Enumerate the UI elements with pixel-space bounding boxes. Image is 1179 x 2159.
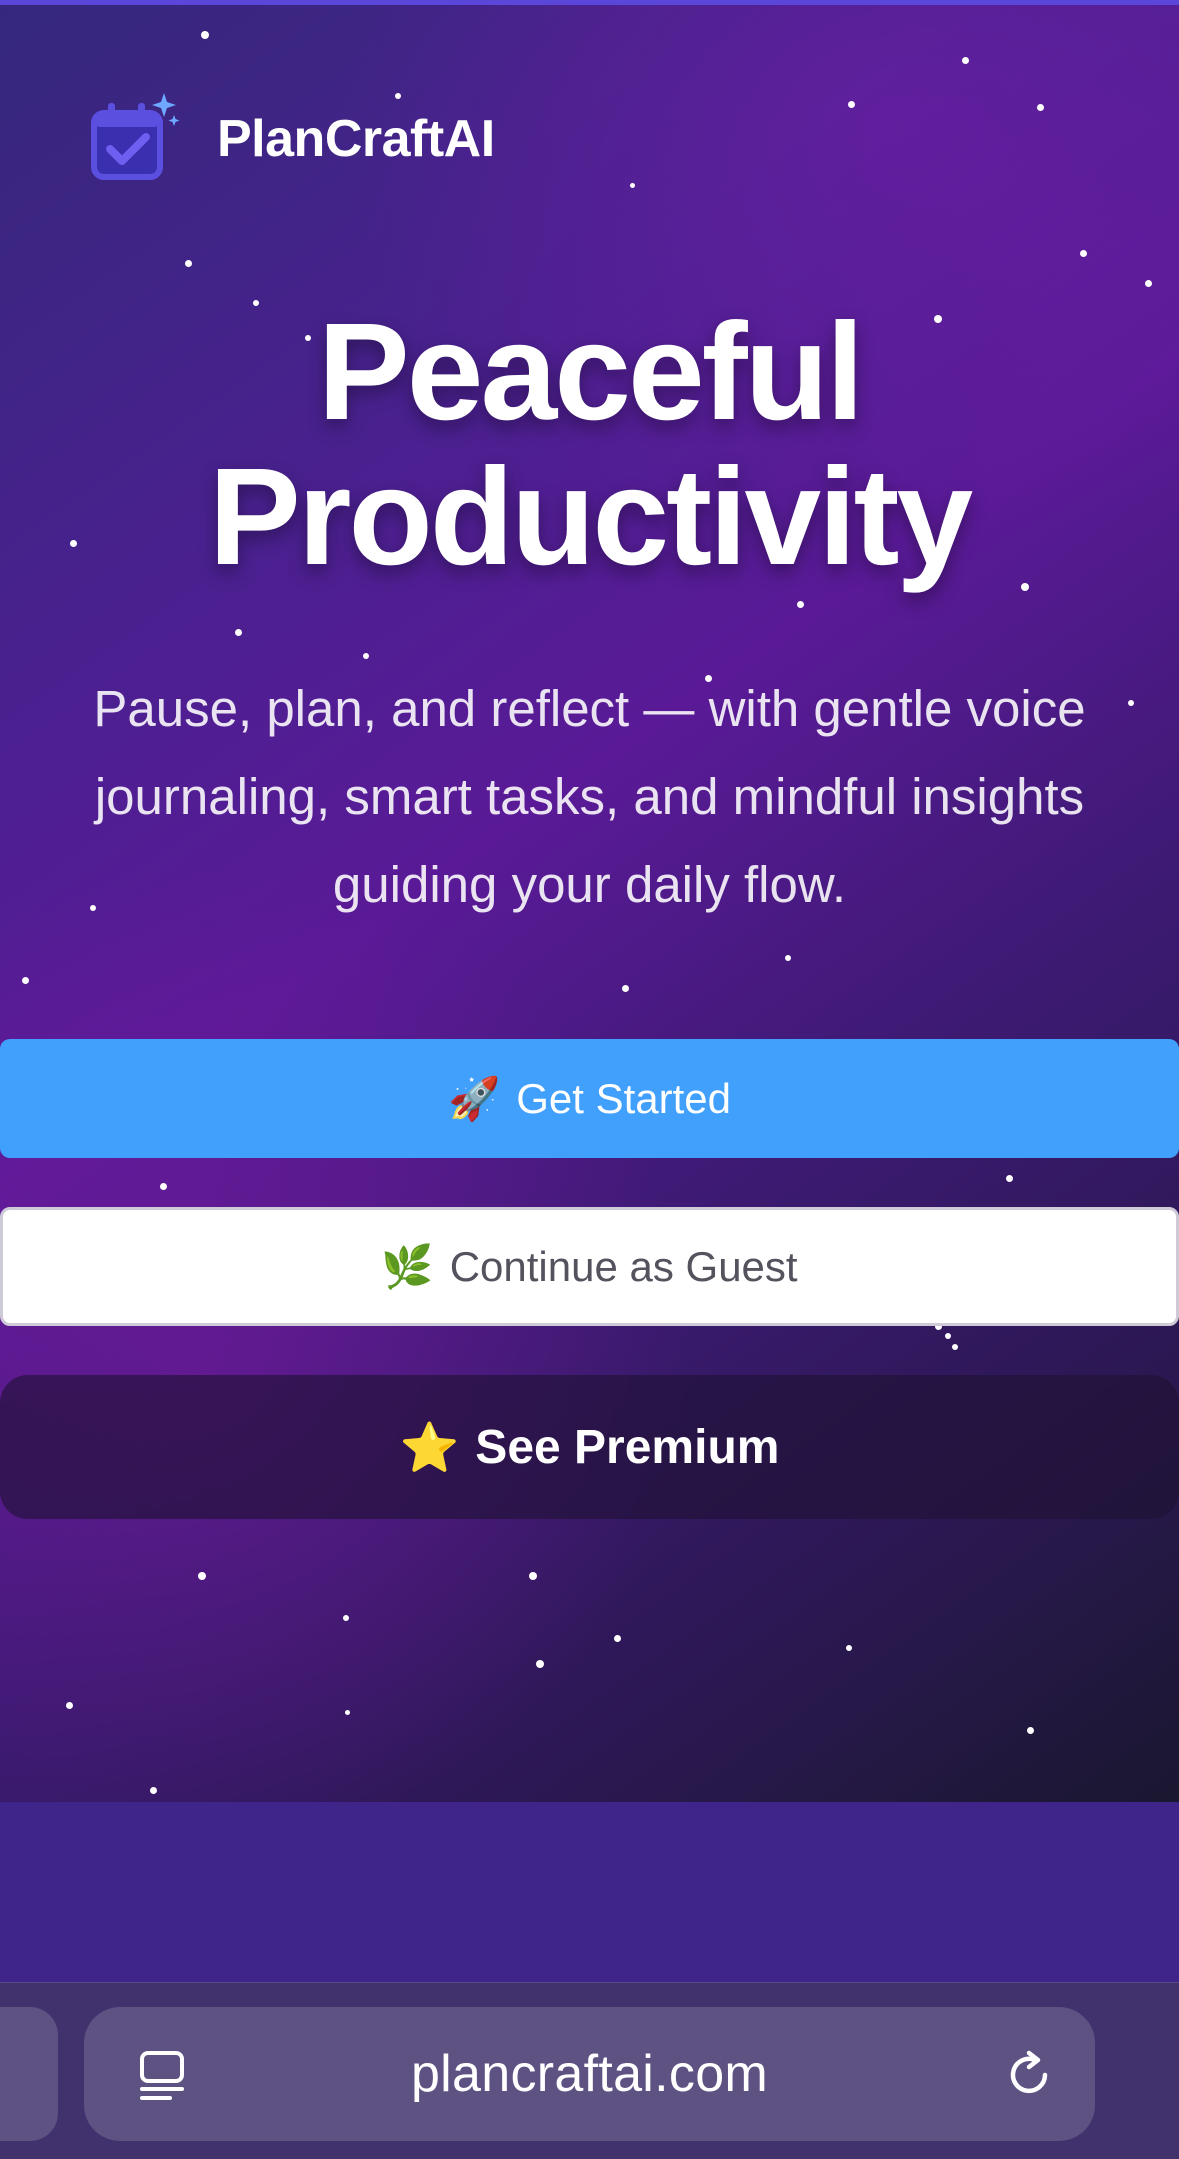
star [1006, 1175, 1013, 1182]
get-started-label: Get Started [516, 1074, 732, 1122]
star [962, 57, 969, 64]
star [797, 601, 804, 608]
continue-as-guest-label: Continue as Guest [449, 1242, 798, 1290]
star [235, 629, 242, 636]
reader-mode-icon[interactable] [136, 2049, 190, 2103]
hero-subtitle: Pause, plan, and reflect — with gentle v… [93, 680, 1086, 913]
star [622, 985, 629, 992]
star [395, 93, 401, 99]
star [66, 1702, 73, 1709]
address-bar[interactable]: plancraftai.com [84, 2007, 1095, 2141]
star [1027, 1727, 1034, 1734]
star [614, 1635, 621, 1642]
star [952, 1344, 958, 1350]
calendar-check-sparkle-icon [91, 93, 180, 180]
star [363, 653, 369, 659]
continue-as-guest-button[interactable]: 🌿 Continue as Guest [0, 1207, 1179, 1326]
app-screen: PlanCraftAI Peaceful Productivity Pause,… [0, 0, 1179, 2159]
previous-tab-preview[interactable] [0, 2007, 58, 2141]
star [1037, 104, 1044, 111]
star [185, 260, 192, 267]
brand-logo[interactable] [90, 93, 180, 185]
star [150, 1787, 157, 1794]
star [343, 1615, 349, 1621]
brand-name: PlanCraftAI [217, 110, 495, 168]
browser-toolbar: plancraftai.com [0, 1982, 1179, 2159]
get-started-button[interactable]: 🚀 Get Started [0, 1039, 1179, 1158]
star [201, 31, 209, 39]
star [846, 1645, 852, 1651]
headline-line-2: Productivity [208, 440, 973, 594]
star [536, 1660, 544, 1668]
star [22, 977, 29, 984]
star [198, 1572, 206, 1580]
page-title: Peaceful Productivity [0, 300, 1179, 590]
star [529, 1572, 537, 1580]
star [345, 1710, 350, 1715]
star [160, 1183, 167, 1190]
star [945, 1333, 951, 1339]
headline-line-1: Peaceful [317, 295, 865, 449]
star [848, 101, 855, 108]
herb-icon: 🌿 [381, 1241, 434, 1291]
see-premium-label: See Premium [475, 1420, 780, 1474]
star [1080, 250, 1087, 257]
rocket-icon: 🚀 [447, 1073, 501, 1123]
hero-section: PlanCraftAI Peaceful Productivity Pause,… [0, 5, 1179, 1802]
url-text: plancraftai.com [410, 2045, 769, 2103]
see-premium-button[interactable]: ⭐ See Premium [0, 1375, 1179, 1519]
reload-icon[interactable] [1001, 2047, 1057, 2103]
star-icon: ⭐ [399, 1419, 460, 1476]
star [630, 183, 635, 188]
star [785, 955, 791, 961]
star [1145, 280, 1152, 287]
